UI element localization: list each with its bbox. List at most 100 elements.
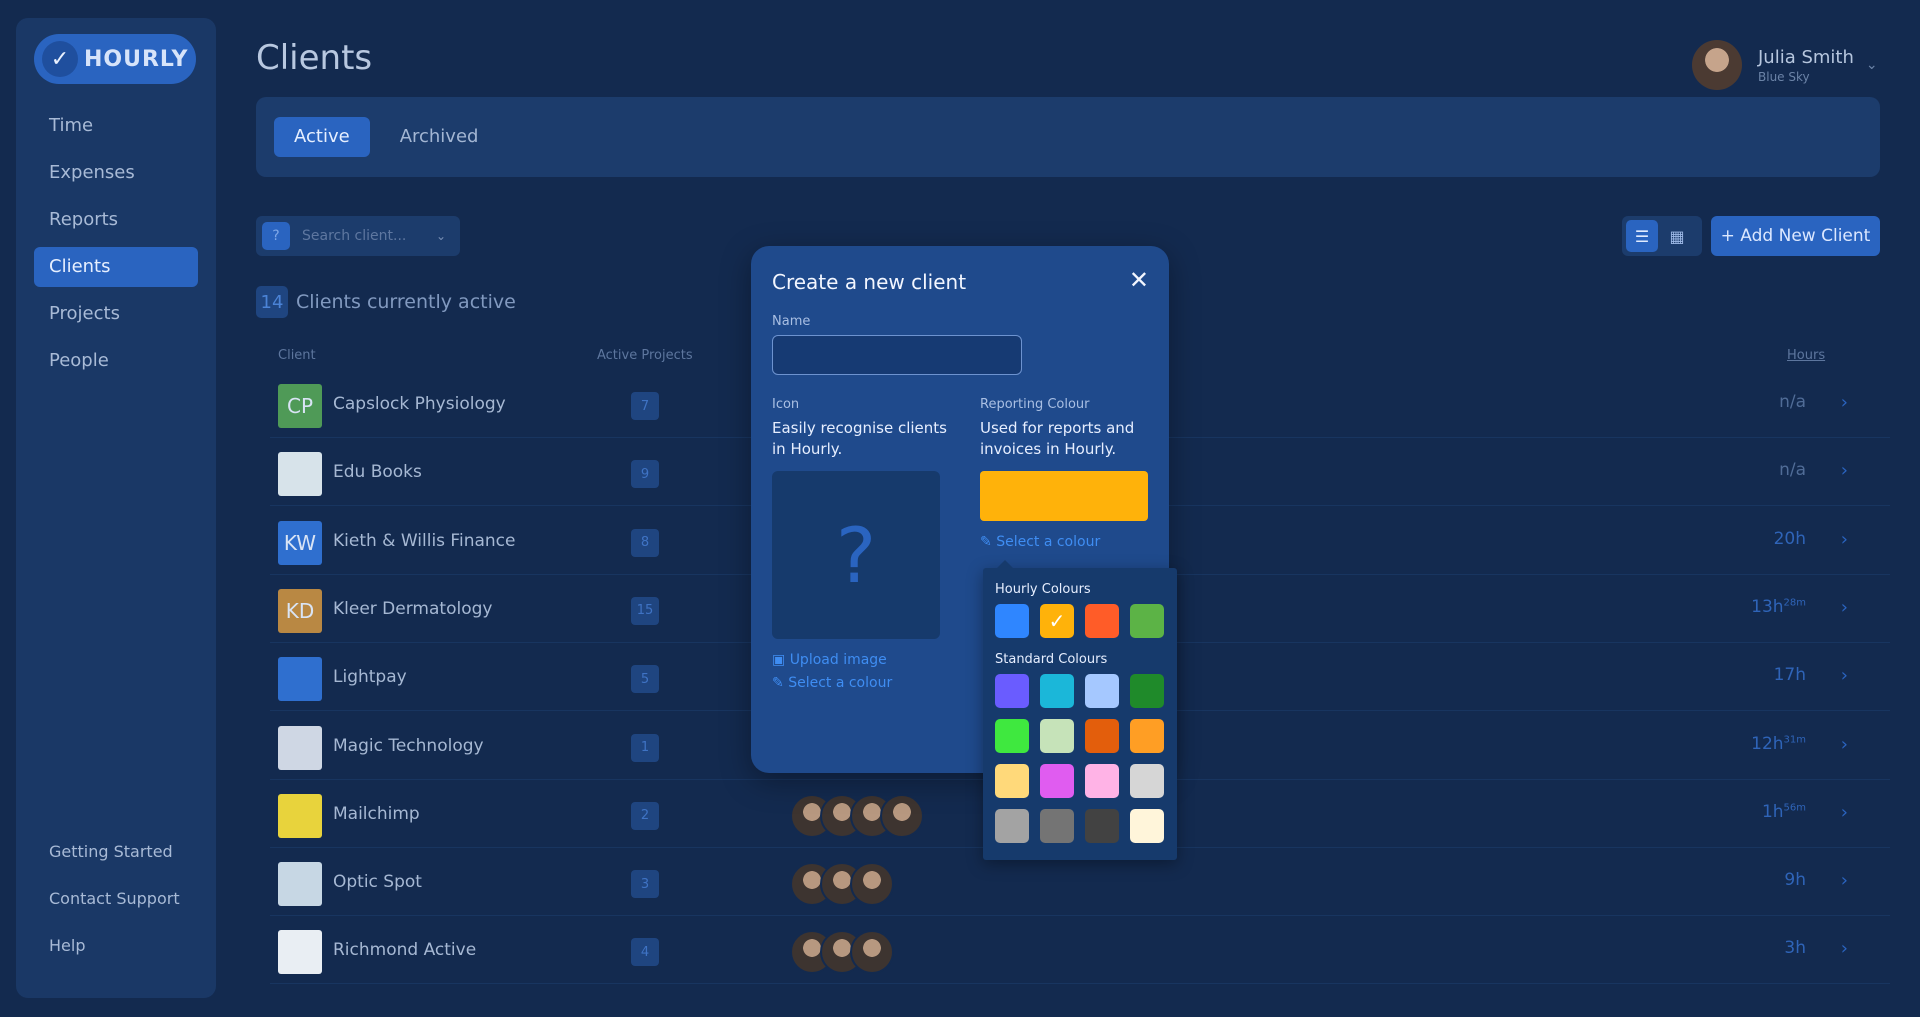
client-name[interactable]: Optic Spot: [333, 872, 422, 892]
active-projects-badge: 2: [631, 801, 659, 830]
client-search[interactable]: ? ⌄: [256, 216, 460, 256]
hourly-logo[interactable]: ✓ HOURLY: [34, 34, 196, 84]
check-icon: ✓: [1048, 609, 1066, 633]
status-tabs: Active Archived: [256, 97, 1880, 177]
client-name[interactable]: Kleer Dermatology: [333, 599, 492, 619]
chevron-right-icon[interactable]: ›: [1841, 529, 1848, 550]
reporting-select-colour-link[interactable]: ✎ Select a colour: [980, 534, 1100, 550]
avatar: [1692, 40, 1742, 90]
client-name[interactable]: Richmond Active: [333, 940, 476, 960]
hourly-colour-swatch[interactable]: [1130, 604, 1164, 638]
upload-image-link[interactable]: ▣ Upload image: [772, 652, 887, 668]
column-header-projects: Active Projects: [597, 348, 693, 363]
chevron-down-icon[interactable]: ⌄: [1866, 57, 1878, 73]
standard-colour-swatch[interactable]: [995, 674, 1029, 708]
nav-item-clients[interactable]: Clients: [34, 247, 198, 287]
logo-text: HOURLY: [84, 46, 189, 72]
standard-colour-swatch[interactable]: [995, 764, 1029, 798]
nav-item-help[interactable]: Help: [34, 926, 198, 966]
avatar[interactable]: [850, 862, 894, 907]
reporting-colour-preview[interactable]: [980, 471, 1148, 521]
standard-colour-swatch[interactable]: [1040, 764, 1074, 798]
client-name[interactable]: Capslock Physiology: [333, 394, 506, 414]
chevron-down-icon[interactable]: ⌄: [436, 229, 446, 243]
hourly-colour-swatch[interactable]: ✓: [1040, 604, 1074, 638]
column-header-hours[interactable]: Hours: [1787, 348, 1825, 363]
hours-value: 3h: [1784, 938, 1806, 958]
active-projects-badge: 15: [631, 596, 659, 625]
standard-colour-swatch[interactable]: [1130, 674, 1164, 708]
hours-main: n/a: [1779, 460, 1806, 481]
nav-item-people[interactable]: People: [34, 341, 198, 381]
tab-active[interactable]: Active: [274, 117, 370, 157]
chevron-right-icon[interactable]: ›: [1841, 870, 1848, 891]
hours-main: 9h: [1784, 870, 1806, 891]
client-logo: [278, 452, 322, 497]
standard-colour-swatch[interactable]: [1085, 764, 1119, 798]
chevron-right-icon[interactable]: ›: [1841, 460, 1848, 481]
standard-colour-swatch[interactable]: [1040, 809, 1074, 843]
standard-colour-swatch[interactable]: [1085, 674, 1119, 708]
standard-colour-swatch[interactable]: [1130, 809, 1164, 843]
nav-item-projects[interactable]: Projects: [34, 294, 198, 334]
add-new-client-button[interactable]: + Add New Client: [1711, 216, 1880, 256]
chevron-right-icon[interactable]: ›: [1841, 802, 1848, 823]
client-name[interactable]: Magic Technology: [333, 736, 484, 756]
secondary-nav: Getting Started Contact Support Help: [34, 832, 198, 973]
hours-value: n/a: [1779, 392, 1806, 412]
chevron-right-icon[interactable]: ›: [1841, 597, 1848, 618]
sidebar: ✓ HOURLY Time Expenses Reports Clients P…: [16, 18, 216, 998]
client-logo: CP: [278, 384, 322, 428]
standard-colour-swatch[interactable]: [1130, 764, 1164, 798]
icon-select-colour-link[interactable]: ✎ Select a colour: [772, 675, 892, 691]
list-view-icon[interactable]: ☰: [1626, 220, 1658, 252]
nav-item-getting-started[interactable]: Getting Started: [34, 832, 198, 872]
active-projects-badge: 7: [631, 392, 659, 420]
standard-colour-swatch[interactable]: [1040, 674, 1074, 708]
tab-archived[interactable]: Archived: [380, 117, 499, 157]
close-icon[interactable]: ✕: [1129, 266, 1149, 294]
hours-main: 1h: [1761, 801, 1784, 822]
people-avatars: [790, 862, 894, 907]
paint-brush-icon: ✎: [772, 675, 784, 691]
client-name[interactable]: Kieth & Willis Finance: [333, 531, 515, 551]
client-logo: KW: [278, 520, 322, 565]
nav-item-expenses[interactable]: Expenses: [34, 153, 198, 193]
active-projects-badge: 8: [631, 528, 659, 557]
active-projects-badge: 5: [631, 665, 659, 694]
client-name[interactable]: Lightpay: [333, 667, 407, 687]
chevron-right-icon[interactable]: ›: [1841, 392, 1848, 413]
reporting-colour-label: Reporting Colour: [980, 397, 1090, 412]
chevron-right-icon[interactable]: ›: [1841, 734, 1848, 755]
standard-colour-swatch[interactable]: [995, 719, 1029, 753]
hourly-colour-swatch[interactable]: [1085, 604, 1119, 638]
standard-colour-swatch[interactable]: [995, 809, 1029, 843]
upload-image-label: Upload image: [789, 652, 887, 668]
active-projects-badge: 3: [631, 870, 659, 899]
standard-colour-swatch[interactable]: [1040, 719, 1074, 753]
table-row[interactable]: Richmond Active 4 3h ›: [270, 916, 1890, 985]
user-menu[interactable]: Julia Smith Blue Sky ⌄: [1692, 40, 1878, 90]
hours-value: 13h28m: [1751, 597, 1806, 617]
chevron-right-icon[interactable]: ›: [1841, 938, 1848, 959]
paint-brush-icon: ✎: [980, 534, 992, 550]
avatar[interactable]: [880, 793, 924, 838]
hours-main: 3h: [1784, 938, 1806, 959]
nav-item-reports[interactable]: Reports: [34, 200, 198, 240]
nav-item-time[interactable]: Time: [34, 106, 198, 146]
standard-colour-swatch[interactable]: [1085, 809, 1119, 843]
client-name[interactable]: Edu Books: [333, 462, 422, 482]
standard-colour-swatch[interactable]: [1130, 719, 1164, 753]
hourly-colour-swatch[interactable]: [995, 604, 1029, 638]
grid-view-icon[interactable]: ▦: [1661, 220, 1693, 252]
chevron-right-icon[interactable]: ›: [1841, 665, 1848, 686]
client-name-field[interactable]: [772, 335, 1022, 375]
client-name[interactable]: Mailchimp: [333, 804, 420, 824]
standard-colour-swatch[interactable]: [1085, 719, 1119, 753]
hours-value: 12h31m: [1751, 734, 1806, 754]
icon-label: Icon: [772, 397, 800, 412]
avatar[interactable]: [850, 930, 894, 975]
client-icon-preview[interactable]: ?: [772, 471, 940, 639]
nav-item-contact-support[interactable]: Contact Support: [34, 879, 198, 919]
search-input[interactable]: [302, 228, 432, 244]
